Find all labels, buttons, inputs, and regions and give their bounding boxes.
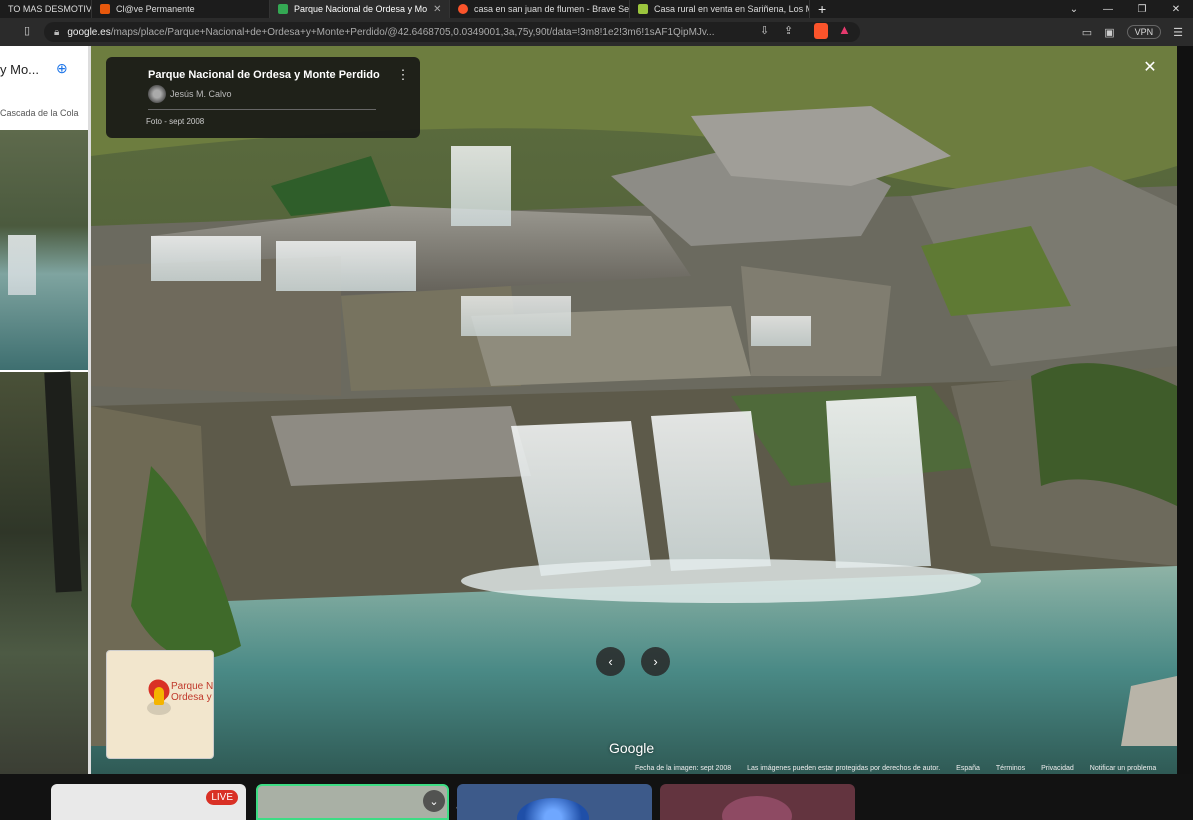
place-title: y Mo... bbox=[0, 62, 40, 77]
brave-shields-icon[interactable] bbox=[814, 23, 828, 39]
photo-thumbnail[interactable] bbox=[0, 371, 88, 774]
tab-brave-search[interactable]: casa en san juan de flumen - Brave Se bbox=[450, 0, 630, 18]
photo-thumbnail-selected[interactable] bbox=[0, 130, 88, 370]
minimize-button[interactable]: — bbox=[1091, 4, 1125, 15]
participant-tile-active[interactable]: ⌄ bbox=[256, 784, 449, 820]
tab-google-maps[interactable]: Parque Nacional de Ordesa y Mo ✕ bbox=[270, 0, 450, 18]
country-link[interactable]: España bbox=[956, 765, 980, 772]
author-avatar[interactable] bbox=[148, 85, 166, 103]
terms-link[interactable]: Términos bbox=[996, 765, 1025, 772]
vpn-button[interactable]: VPN bbox=[1126, 25, 1162, 39]
share-icon[interactable]: ⇪ bbox=[784, 24, 793, 37]
tree-trunk-shape bbox=[44, 371, 82, 593]
participant-tile-screen-share[interactable]: LIVE bbox=[51, 784, 246, 820]
clave-favicon-icon bbox=[100, 4, 110, 14]
photo-viewer[interactable]: Parque Nacional de Ordesa y Monte Perdid… bbox=[91, 46, 1177, 774]
url-field[interactable]: 🔒︎ google.es/maps/place/Parque+Nacional+… bbox=[44, 22, 860, 42]
tab-label: TO MAS DESMOTIVAN bbox=[8, 4, 92, 14]
restore-button[interactable]: ❐ bbox=[1125, 4, 1159, 15]
participant-avatar bbox=[517, 798, 589, 820]
previous-photo-button[interactable]: ‹ bbox=[596, 647, 625, 676]
lock-icon: 🔒︎ bbox=[54, 26, 60, 38]
close-window-button[interactable]: ✕ bbox=[1159, 4, 1193, 15]
close-tab-icon[interactable]: ✕ bbox=[433, 4, 441, 15]
idealista-favicon-icon bbox=[638, 4, 648, 14]
mini-map-label-line2: Ordesa y bbox=[171, 692, 212, 703]
menu-icon[interactable]: ☰ bbox=[1173, 26, 1183, 39]
install-app-icon[interactable]: ⇩ bbox=[760, 24, 769, 37]
live-badge: LIVE bbox=[206, 790, 238, 805]
privacy-link[interactable]: Privacidad bbox=[1041, 765, 1074, 772]
report-problem-link[interactable]: Notificar un problema bbox=[1090, 765, 1157, 772]
waterfall-photo bbox=[91, 46, 1177, 774]
brave-favicon-icon bbox=[458, 4, 468, 14]
url-host: google.es bbox=[67, 26, 111, 38]
tab-label: Cl@ve Permanente bbox=[116, 4, 195, 14]
divider bbox=[148, 109, 376, 110]
copyright-notice: Las imágenes pueden estar protegidas por… bbox=[747, 765, 941, 772]
wallet-icon[interactable]: ▣ bbox=[1104, 26, 1114, 39]
toolbar-icons: ▭ ▣ VPN ☰ bbox=[1082, 18, 1193, 46]
waterfall-shape bbox=[8, 235, 36, 295]
maps-favicon-icon bbox=[278, 4, 288, 14]
mini-map-label-line1: Parque N bbox=[171, 681, 214, 692]
pegman-icon bbox=[154, 687, 164, 705]
tab-casa-rural[interactable]: Casa rural en venta en Sariñena, Los M bbox=[630, 0, 810, 18]
photo-caption: Cascada de la Cola bbox=[0, 108, 79, 118]
mini-map-label: Parque N Ordesa y bbox=[171, 681, 213, 703]
next-photo-button[interactable]: › bbox=[641, 647, 670, 676]
brave-rewards-icon[interactable]: ▲ bbox=[838, 22, 851, 37]
more-options-icon[interactable]: ⋮ bbox=[396, 67, 410, 83]
sidebar-icon[interactable]: ▭ bbox=[1082, 26, 1092, 39]
photo-info-card: Parque Nacional de Ordesa y Monte Perdid… bbox=[106, 57, 420, 138]
tab-label: Parque Nacional de Ordesa y Mo bbox=[294, 4, 428, 14]
participant-tile[interactable] bbox=[457, 784, 652, 820]
place-name[interactable]: Parque Nacional de Ordesa y Monte Perdid… bbox=[148, 69, 380, 81]
tab-clave[interactable]: Cl@ve Permanente bbox=[92, 0, 270, 18]
participant-tile[interactable] bbox=[660, 784, 855, 820]
bookmark-icon[interactable]: ▯ bbox=[24, 24, 30, 37]
photo-date: Foto - sept 2008 bbox=[146, 117, 205, 126]
tab-list-icon[interactable]: ⌄ bbox=[1057, 4, 1091, 15]
mini-map[interactable]: Parque N Ordesa y bbox=[106, 650, 214, 759]
browser-tab-bar: TO MAS DESMOTIVAN Cl@ve Permanente Parqu… bbox=[0, 0, 1193, 18]
maps-side-panel: y Mo... ⊕ Cascada de la Cola bbox=[0, 46, 91, 774]
add-photo-icon[interactable]: ⊕ bbox=[56, 60, 76, 78]
attribution-footer: Fecha de la imagen: sept 2008 Las imágen… bbox=[635, 765, 1156, 772]
close-viewer-icon[interactable]: ✕ bbox=[1142, 60, 1158, 76]
url-path: /maps/place/Parque+Nacional+de+Ordesa+y+… bbox=[110, 26, 715, 38]
tab-desmotivan[interactable]: TO MAS DESMOTIVAN bbox=[0, 0, 92, 18]
tab-label: Casa rural en venta en Sariñena, Los M bbox=[654, 4, 810, 14]
new-tab-button[interactable]: + bbox=[810, 1, 834, 17]
image-date: Fecha de la imagen: sept 2008 bbox=[635, 765, 732, 772]
video-call-strip: LIVE ⌄ 👥︎ bbox=[0, 774, 1193, 820]
author-name[interactable]: Jesús M. Calvo bbox=[170, 89, 232, 99]
window-controls: ⌄ — ❐ ✕ bbox=[1057, 0, 1193, 18]
participant-avatar bbox=[722, 796, 792, 820]
tab-label: casa en san juan de flumen - Brave Se bbox=[474, 4, 630, 14]
google-logo: Google bbox=[609, 740, 655, 756]
chevron-down-icon[interactable]: ⌄ bbox=[423, 790, 445, 812]
address-bar-row: ▯ 🔒︎ google.es/maps/place/Parque+Naciona… bbox=[0, 18, 1193, 46]
